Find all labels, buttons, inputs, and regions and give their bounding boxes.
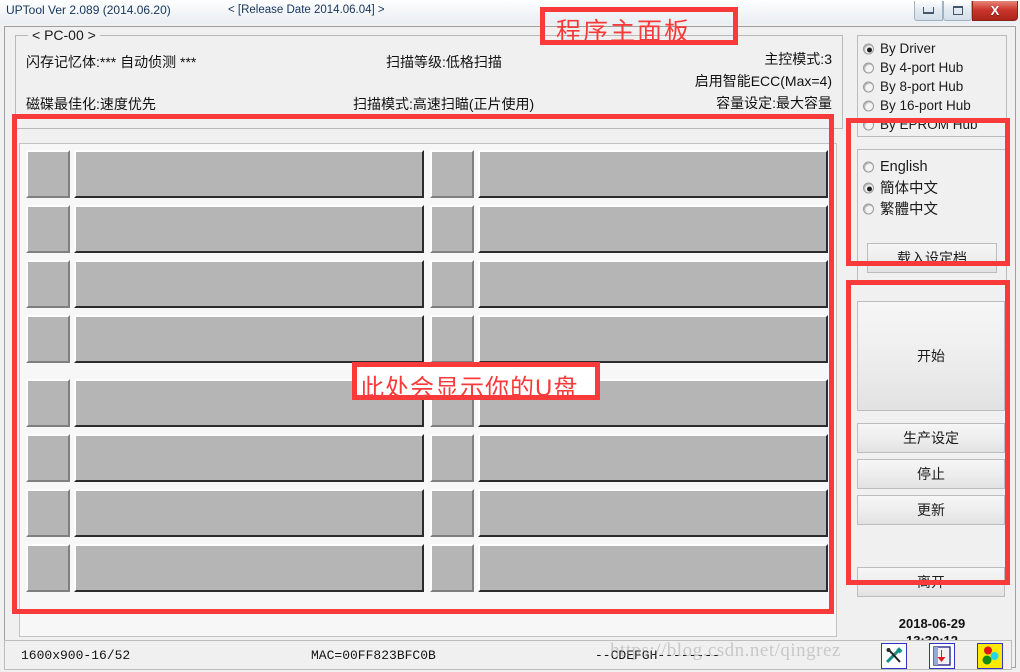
app-title: UPTool Ver 2.089 (2014.06.20) [6,3,171,17]
scan-mode-label: 扫描模式:高速扫瞄(正片使用) [353,96,535,112]
smart-ecc-label: 启用智能ECC(Max=4) [694,73,832,89]
clock-date: 2018-06-29 [898,616,966,631]
driver-option-2[interactable]: By 8-port Hub [858,77,1006,96]
radio-icon [863,43,874,54]
radio-icon [863,62,874,73]
color-palette-icon[interactable] [977,643,1003,669]
annotation-box-language [846,118,1010,266]
driver-option-1[interactable]: By 4-port Hub [858,58,1006,77]
maximize-icon [952,6,963,15]
radio-icon [863,81,874,92]
driver-option-3[interactable]: By 16-port Hub [858,96,1006,115]
status-tool-icons [881,643,1003,669]
release-date-label: < [Release Date 2014.06.04] > [228,4,385,16]
drive-letters-status: --CDEFGH-------- [595,648,720,663]
maximize-button[interactable] [943,1,972,21]
window-controls: X [914,1,1018,21]
close-icon: X [990,3,1000,18]
driver-option-label: By 8-port Hub [880,79,964,94]
driver-option-label: By 4-port Hub [880,60,964,75]
close-button[interactable]: X [972,1,1018,21]
scan-level-label: 扫描等级:低格扫描 [386,54,502,70]
driver-option-label: By Driver [880,41,936,56]
minimize-button[interactable] [914,1,943,21]
radio-icon [863,100,874,111]
flash-memory-label: 闪存记忆体:*** 自动侦测 *** [26,54,197,70]
group-legend: < PC-00 > [28,27,100,43]
driver-option-0[interactable]: By Driver [858,39,1006,58]
color-palette-glyph [982,646,999,665]
status-bar: 1600x900-16/52 MAC=00FF823BFC0B --CDEFGH… [4,640,1012,670]
annotation-title-note: 程序主面板 [556,18,692,46]
save-download-icon[interactable] [929,643,955,669]
tools-icon[interactable] [881,643,907,669]
application-window: UPTool Ver 2.089 (2014.06.20) < [Release… [0,0,1020,672]
mac-status: MAC=00FF823BFC0B [311,648,436,663]
title-bar: UPTool Ver 2.089 (2014.06.20) < [Release… [0,0,1020,24]
minimize-icon [923,7,934,14]
capacity-label: 容量设定:最大容量 [716,95,832,111]
resolution-status: 1600x900-16/52 [21,648,131,663]
disk-optimize-label: 磁碟最佳化:速度优先 [26,96,156,112]
driver-option-label: By 16-port Hub [880,98,971,113]
annotation-device-note: 此处会显示你的U盘 [360,375,579,402]
tools-glyph [885,647,903,664]
save-download-glyph [933,646,951,666]
main-mode-label: 主控模式:3 [764,51,832,67]
annotation-box-actions [846,280,1010,585]
